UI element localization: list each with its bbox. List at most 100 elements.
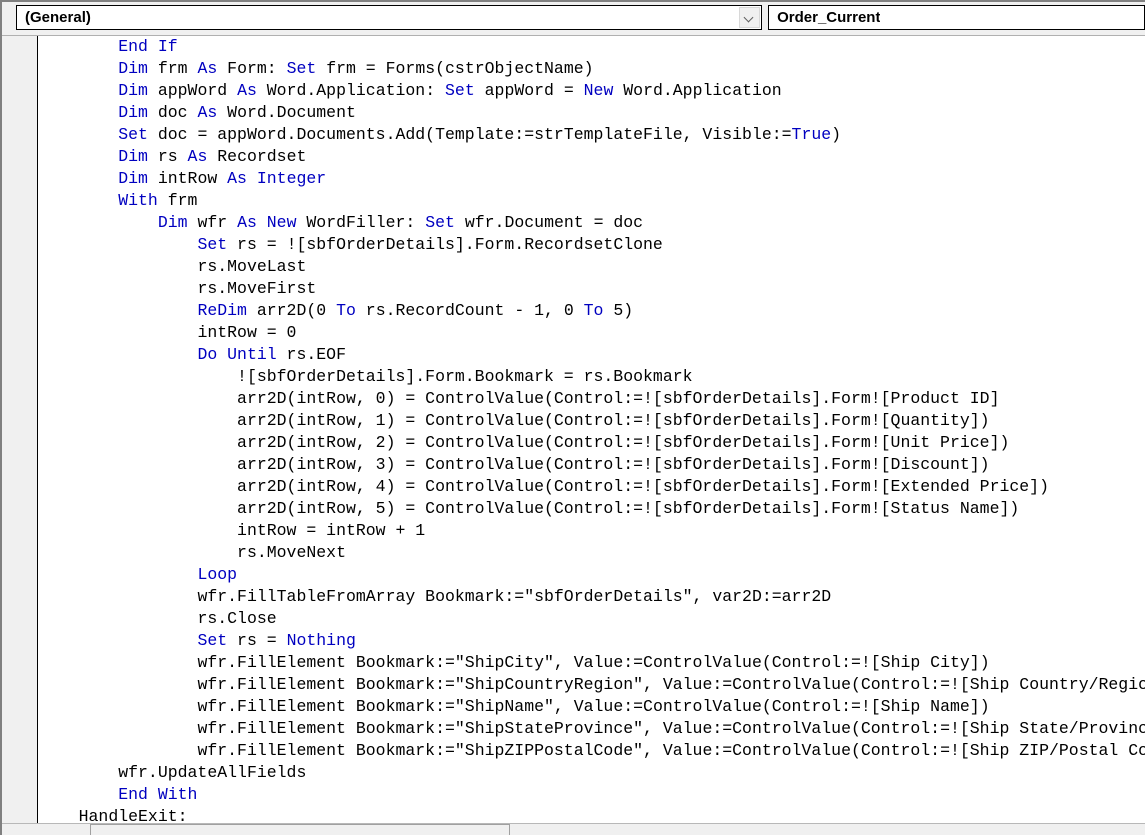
procedure-combo-value: Order_Current bbox=[777, 9, 881, 26]
code-identifier: ![sbfOrderDetails].Form.Bookmark = rs.Bo… bbox=[237, 367, 693, 386]
code-identifier: wfr.FillTableFromArray Bookmark:= bbox=[197, 587, 525, 606]
code-keyword: Set bbox=[445, 81, 475, 100]
code-line: arr2D(intRow, 4) = ControlValue(Control:… bbox=[39, 476, 1145, 498]
code-identifier: doc = appWord.Documents.Add(Template:=st… bbox=[147, 125, 792, 144]
code-identifier: Word.Application: bbox=[256, 81, 446, 100]
code-keyword: End With bbox=[118, 785, 198, 804]
code-identifier: Word.Document bbox=[217, 103, 356, 122]
object-combo-value: (General) bbox=[25, 9, 91, 26]
code-identifier: 5) bbox=[603, 301, 634, 320]
code-identifier: , Value:=ControlValue(Control:=![Ship Co… bbox=[643, 675, 1145, 694]
code-identifier: wfr.FillElement Bookmark:= bbox=[197, 653, 455, 672]
code-line: arr2D(intRow, 2) = ControlValue(Control:… bbox=[39, 432, 1145, 454]
code-keyword: As bbox=[227, 169, 247, 188]
code-line: wfr.FillElement Bookmark:="ShipCountryRe… bbox=[39, 674, 1145, 696]
code-identifier: , var2D:=arr2D bbox=[692, 587, 832, 606]
code-keyword: Dim bbox=[118, 81, 148, 100]
code-line: With frm bbox=[39, 190, 1145, 212]
code-line: ![sbfOrderDetails].Form.Bookmark = rs.Bo… bbox=[39, 366, 1145, 388]
code-line: wfr.FillTableFromArray Bookmark:="sbfOrd… bbox=[39, 586, 1145, 608]
code-keyword: To bbox=[583, 301, 604, 320]
code-keyword: As bbox=[237, 213, 257, 232]
code-identifier: Word.Application bbox=[613, 81, 782, 100]
code-line: Dim rs As Recordset bbox=[39, 146, 1145, 168]
code-keyword: As bbox=[187, 147, 208, 166]
code-identifier: arr2D(intRow, 1) = ControlValue(Control:… bbox=[237, 411, 990, 430]
code-identifier bbox=[247, 169, 257, 188]
code-line: wfr.FillElement Bookmark:="ShipZIPPostal… bbox=[39, 740, 1145, 762]
code-identifier: rs.Close bbox=[197, 609, 277, 628]
code-keyword: With bbox=[118, 191, 158, 210]
code-line: Dim wfr As New WordFiller: Set wfr.Docum… bbox=[39, 212, 1145, 234]
code-line: intRow = intRow + 1 bbox=[39, 520, 1145, 542]
code-identifier: rs.MoveFirst bbox=[197, 279, 317, 298]
code-keyword: As bbox=[197, 103, 218, 122]
code-keyword: Integer bbox=[256, 169, 327, 188]
code-keyword: As bbox=[237, 81, 257, 100]
code-line: End With bbox=[39, 784, 1145, 806]
code-identifier: rs.EOF bbox=[276, 345, 346, 364]
code-keyword: Set bbox=[118, 125, 148, 144]
code-identifier: , Value:=ControlValue(Control:=![Ship Na… bbox=[553, 697, 990, 716]
code-line: arr2D(intRow, 5) = ControlValue(Control:… bbox=[39, 498, 1145, 520]
code-string: "sbfOrderDetails" bbox=[524, 587, 693, 606]
code-line: intRow = 0 bbox=[39, 322, 1145, 344]
code-identifier: wfr.FillElement Bookmark:= bbox=[197, 741, 455, 760]
code-line: wfr.FillElement Bookmark:="ShipCity", Va… bbox=[39, 652, 1145, 674]
code-keyword: Do Until bbox=[197, 345, 277, 364]
code-line: Do Until rs.EOF bbox=[39, 344, 1145, 366]
chevron-down-icon[interactable] bbox=[739, 7, 761, 28]
code-line: ReDim arr2D(0 To rs.RecordCount - 1, 0 T… bbox=[39, 300, 1145, 322]
code-identifier: intRow = 0 bbox=[197, 323, 297, 342]
horizontal-scrollbar[interactable] bbox=[2, 823, 1145, 835]
code-identifier: , Value:=ControlValue(Control:=![Ship ZI… bbox=[643, 741, 1145, 760]
code-keyword: Nothing bbox=[286, 631, 356, 650]
code-identifier: appWord = bbox=[474, 81, 584, 100]
code-keyword: End If bbox=[118, 37, 178, 56]
code-identifier: wfr.UpdateAllFields bbox=[118, 763, 307, 782]
code-line: wfr.FillElement Bookmark:="ShipStateProv… bbox=[39, 718, 1145, 740]
code-keyword: To bbox=[336, 301, 356, 320]
object-combo-box[interactable]: (General) bbox=[16, 5, 763, 30]
code-pane[interactable]: End If Dim frm As Form: Set frm = Forms(… bbox=[2, 35, 1145, 835]
code-identifier: WordFiller: bbox=[296, 213, 426, 232]
margin-indicator-bar[interactable] bbox=[2, 36, 38, 826]
code-line: rs.MoveLast bbox=[39, 256, 1145, 278]
code-line: arr2D(intRow, 0) = ControlValue(Control:… bbox=[39, 388, 1145, 410]
code-identifier: wfr.Document = doc bbox=[454, 213, 644, 232]
code-keyword: Dim bbox=[118, 103, 148, 122]
code-line: arr2D(intRow, 1) = ControlValue(Control:… bbox=[39, 410, 1145, 432]
code-identifier: rs.RecordCount - 1, 0 bbox=[355, 301, 584, 320]
code-line: wfr.UpdateAllFields bbox=[39, 762, 1145, 784]
code-line: Dim frm As Form: Set frm = Forms(cstrObj… bbox=[39, 58, 1145, 80]
code-keyword: Dim bbox=[157, 213, 188, 232]
code-keyword: ReDim bbox=[197, 301, 247, 320]
code-keyword: Dim bbox=[118, 59, 148, 78]
procedure-combo-box[interactable]: Order_Current bbox=[768, 5, 1145, 30]
code-line: Loop bbox=[39, 564, 1145, 586]
code-text-area[interactable]: End If Dim frm As Form: Set frm = Forms(… bbox=[39, 36, 1145, 821]
code-identifier: arr2D(intRow, 3) = ControlValue(Control:… bbox=[237, 455, 990, 474]
code-identifier: doc bbox=[147, 103, 198, 122]
code-line: rs.Close bbox=[39, 608, 1145, 630]
code-line: rs.MoveNext bbox=[39, 542, 1145, 564]
code-identifier: appWord bbox=[147, 81, 238, 100]
code-line: wfr.FillElement Bookmark:="ShipName", Va… bbox=[39, 696, 1145, 718]
code-keyword: Set bbox=[286, 59, 317, 78]
code-line: End If bbox=[39, 36, 1145, 58]
code-line: Set doc = appWord.Documents.Add(Template… bbox=[39, 124, 1145, 146]
code-keyword: True bbox=[791, 125, 832, 144]
code-identifier: Recordset bbox=[207, 147, 307, 166]
code-keyword: Set bbox=[197, 631, 228, 650]
horizontal-scroll-thumb[interactable] bbox=[90, 824, 510, 835]
code-identifier: rs = ![sbfOrderDetails].Form.RecordsetCl… bbox=[227, 235, 663, 254]
code-line: Set rs = Nothing bbox=[39, 630, 1145, 652]
code-identifier: arr2D(intRow, 0) = ControlValue(Control:… bbox=[237, 389, 1000, 408]
code-keyword: Loop bbox=[197, 565, 238, 584]
code-string: "ShipName" bbox=[454, 697, 554, 716]
code-identifier: wfr.FillElement Bookmark:= bbox=[197, 675, 455, 694]
code-identifier: , Value:=ControlValue(Control:=![Ship St… bbox=[643, 719, 1145, 738]
code-identifier: frm bbox=[147, 59, 198, 78]
code-line: Dim appWord As Word.Application: Set app… bbox=[39, 80, 1145, 102]
code-line: Dim intRow As Integer bbox=[39, 168, 1145, 190]
